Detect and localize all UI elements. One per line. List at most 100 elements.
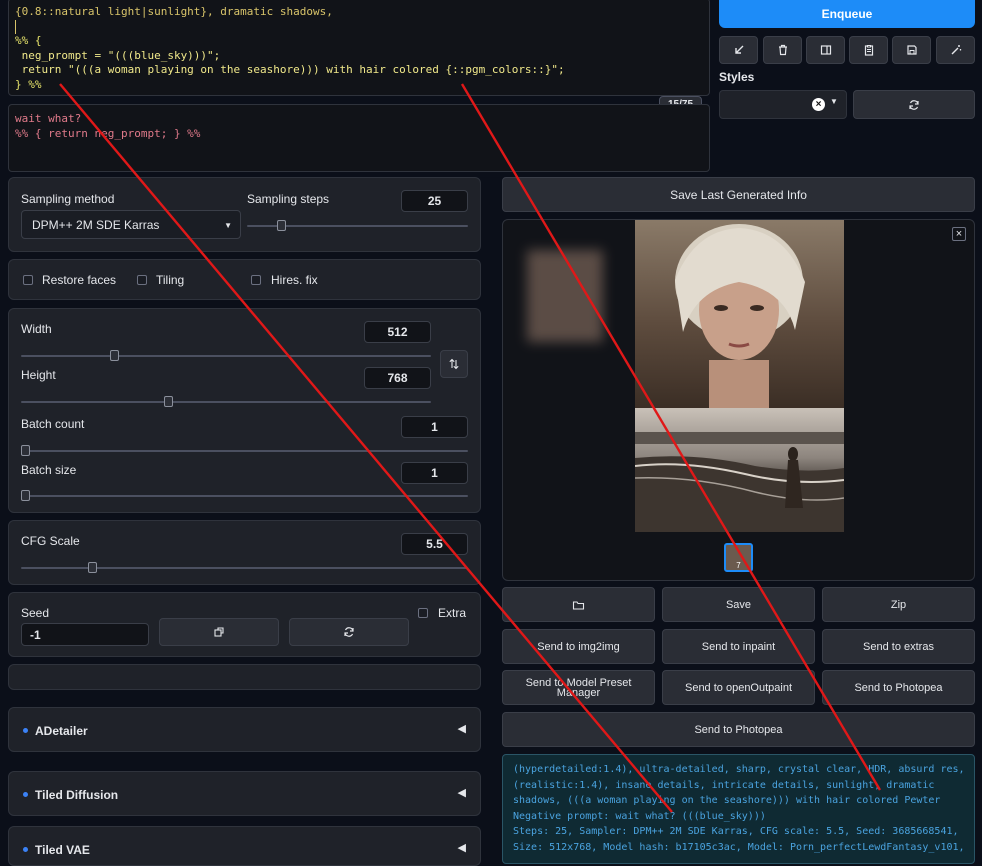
negative-line-1: wait what?	[15, 112, 82, 125]
restore-faces-label: Restore faces	[42, 273, 117, 287]
info-line: Size: 512x768, Model hash: b17105c3ac, M…	[513, 841, 965, 853]
sampling-panel: Sampling method DPM++ 2M SDE Karras ▼ Sa…	[8, 177, 481, 252]
width-label: Width	[21, 322, 52, 336]
send-to-img2img-button[interactable]: Send to img2img	[502, 629, 655, 664]
reuse-seed-button[interactable]	[289, 618, 409, 646]
collapse-arrow-icon: ◀	[457, 723, 466, 735]
tiling-checkbox[interactable]	[137, 275, 147, 285]
tiling-label: Tiling	[156, 273, 185, 287]
send-to-photopea-wide-button[interactable]: Send to Photopea	[502, 712, 975, 747]
info-line: (hyperdetailed:1.4), ultra-detailed, sha…	[513, 764, 965, 775]
slider-thumb[interactable]	[164, 396, 173, 407]
hires-fix-checkbox[interactable]	[251, 275, 261, 285]
batch-count-slider[interactable]	[21, 445, 468, 456]
random-seed-button[interactable]	[159, 618, 279, 646]
prompt-editor[interactable]: {0.8::natural light|sunlight}, dramatic …	[8, 0, 710, 96]
cfg-scale-slider[interactable]	[21, 562, 468, 573]
accordion-tiled-vae[interactable]: Tiled VAE ◀	[8, 826, 481, 866]
portrait-illustration	[675, 224, 805, 408]
send-to-inpaint-button[interactable]: Send to inpaint	[662, 629, 815, 664]
cfg-scale-input[interactable]: 5.5	[401, 533, 468, 555]
info-line: Negative prompt: wait what? (((blue_sky)…	[513, 810, 766, 822]
read-params-button[interactable]	[719, 36, 758, 64]
image-gallery: × 7	[502, 219, 975, 581]
batch-size-slider[interactable]	[21, 490, 468, 501]
swap-dimensions-button[interactable]	[440, 350, 468, 378]
batch-count-label: Batch count	[21, 417, 85, 431]
slider-thumb[interactable]	[21, 445, 30, 456]
slider-thumb[interactable]	[110, 350, 119, 361]
batch-count-input[interactable]: 1	[401, 416, 468, 438]
cfg-scale-label: CFG Scale	[21, 534, 80, 548]
send-to-model-preset-manager-button[interactable]: Send to Model Preset Manager	[502, 670, 655, 705]
prompt-line-6: } %%	[15, 77, 42, 91]
height-input[interactable]: 768	[364, 367, 431, 389]
slider-thumb[interactable]	[21, 490, 30, 501]
refresh-icon	[909, 99, 919, 110]
accordion-tiled-diffusion[interactable]: Tiled Diffusion ◀	[8, 771, 481, 816]
accordion-adetailer[interactable]: ADetailer ◀	[8, 707, 481, 752]
accordion-dot	[23, 792, 28, 797]
generated-image-portrait[interactable]	[635, 220, 844, 408]
save-last-generated-info-button[interactable]: Save Last Generated Info	[502, 177, 975, 212]
send-to-openoutpaint-button[interactable]: Send to openOutpaint	[662, 670, 815, 705]
slider-thumb[interactable]	[277, 220, 286, 231]
seed-label: Seed	[21, 606, 50, 620]
seed-panel: Seed -1 Extra	[8, 592, 481, 657]
gallery-thumbnail[interactable]: 7	[724, 543, 753, 572]
prompt-line-1: {0.8::natural light|sunlight}, dramatic …	[15, 5, 333, 18]
accordion-label: ADetailer	[35, 724, 88, 738]
folder-icon	[572, 600, 585, 610]
zip-button[interactable]: Zip	[822, 587, 975, 622]
collapse-arrow-icon: ◀	[457, 842, 466, 854]
accordion-dot	[23, 847, 28, 852]
sampling-steps-input[interactable]: 25	[401, 190, 468, 212]
styles-label: Styles	[719, 70, 755, 84]
sampling-method-label: Sampling method	[21, 192, 115, 206]
sampling-steps-label: Sampling steps	[247, 192, 330, 206]
clear-styles-icon[interactable]: ×	[812, 98, 825, 111]
height-label: Height	[21, 368, 56, 382]
extra-networks-button[interactable]	[806, 36, 845, 64]
restore-faces-checkbox[interactable]	[23, 275, 33, 285]
magic-wand-icon	[951, 45, 961, 55]
send-to-photopea-button[interactable]: Send to Photopea	[822, 670, 975, 705]
generation-info-text[interactable]: (hyperdetailed:1.4), ultra-detailed, sha…	[502, 754, 975, 864]
height-slider[interactable]	[21, 396, 431, 407]
open-folder-button[interactable]	[502, 587, 655, 622]
magic-wand-button[interactable]	[936, 36, 975, 64]
send-to-extras-button[interactable]: Send to extras	[822, 629, 975, 664]
seed-input[interactable]: -1	[21, 623, 149, 646]
refresh-styles-button[interactable]	[853, 90, 975, 119]
negative-prompt-editor[interactable]: wait what? %% { return neg_prompt; } %%	[8, 104, 710, 172]
slider-thumb[interactable]	[88, 562, 97, 573]
accordion-label: Tiled Diffusion	[35, 788, 119, 802]
blurred-preview-image	[527, 250, 603, 342]
width-input[interactable]: 512	[364, 321, 431, 343]
extra-seed-checkbox[interactable]	[418, 608, 428, 618]
close-gallery-icon[interactable]: ×	[952, 227, 966, 241]
save-image-button[interactable]: Save	[662, 587, 815, 622]
enqueue-button[interactable]: Enqueue	[719, 0, 975, 28]
batch-size-input[interactable]: 1	[401, 462, 468, 484]
text-cursor	[15, 19, 16, 34]
info-line: Steps: 25, Sampler: DPM++ 2M SDE Karras,…	[513, 826, 959, 837]
apply-style-button[interactable]	[849, 36, 888, 64]
info-line: shadows, (((a woman playing on the seash…	[513, 795, 941, 806]
save-icon	[906, 45, 917, 55]
width-slider[interactable]	[21, 350, 431, 361]
sampling-steps-slider[interactable]	[247, 220, 468, 231]
sampling-method-dropdown[interactable]: DPM++ 2M SDE Karras ▼	[21, 210, 241, 239]
collapse-arrow-icon: ◀	[457, 787, 466, 799]
prompt-line-5: return "(((a woman playing on the seasho…	[15, 63, 565, 76]
save-style-button[interactable]	[892, 36, 931, 64]
clear-prompt-button[interactable]	[763, 36, 802, 64]
negative-line-2: %% { return neg_prompt; } %%	[15, 126, 201, 140]
recycle-icon	[344, 627, 354, 637]
generated-image-seashore[interactable]	[635, 408, 844, 532]
chevron-down-icon: ▼	[224, 221, 232, 230]
styles-dropdown[interactable]: × ▼	[719, 90, 847, 119]
hires-fix-label: Hires. fix	[271, 273, 318, 287]
cfg-panel: CFG Scale 5.5	[8, 520, 481, 585]
seashore-illustration	[635, 432, 844, 532]
